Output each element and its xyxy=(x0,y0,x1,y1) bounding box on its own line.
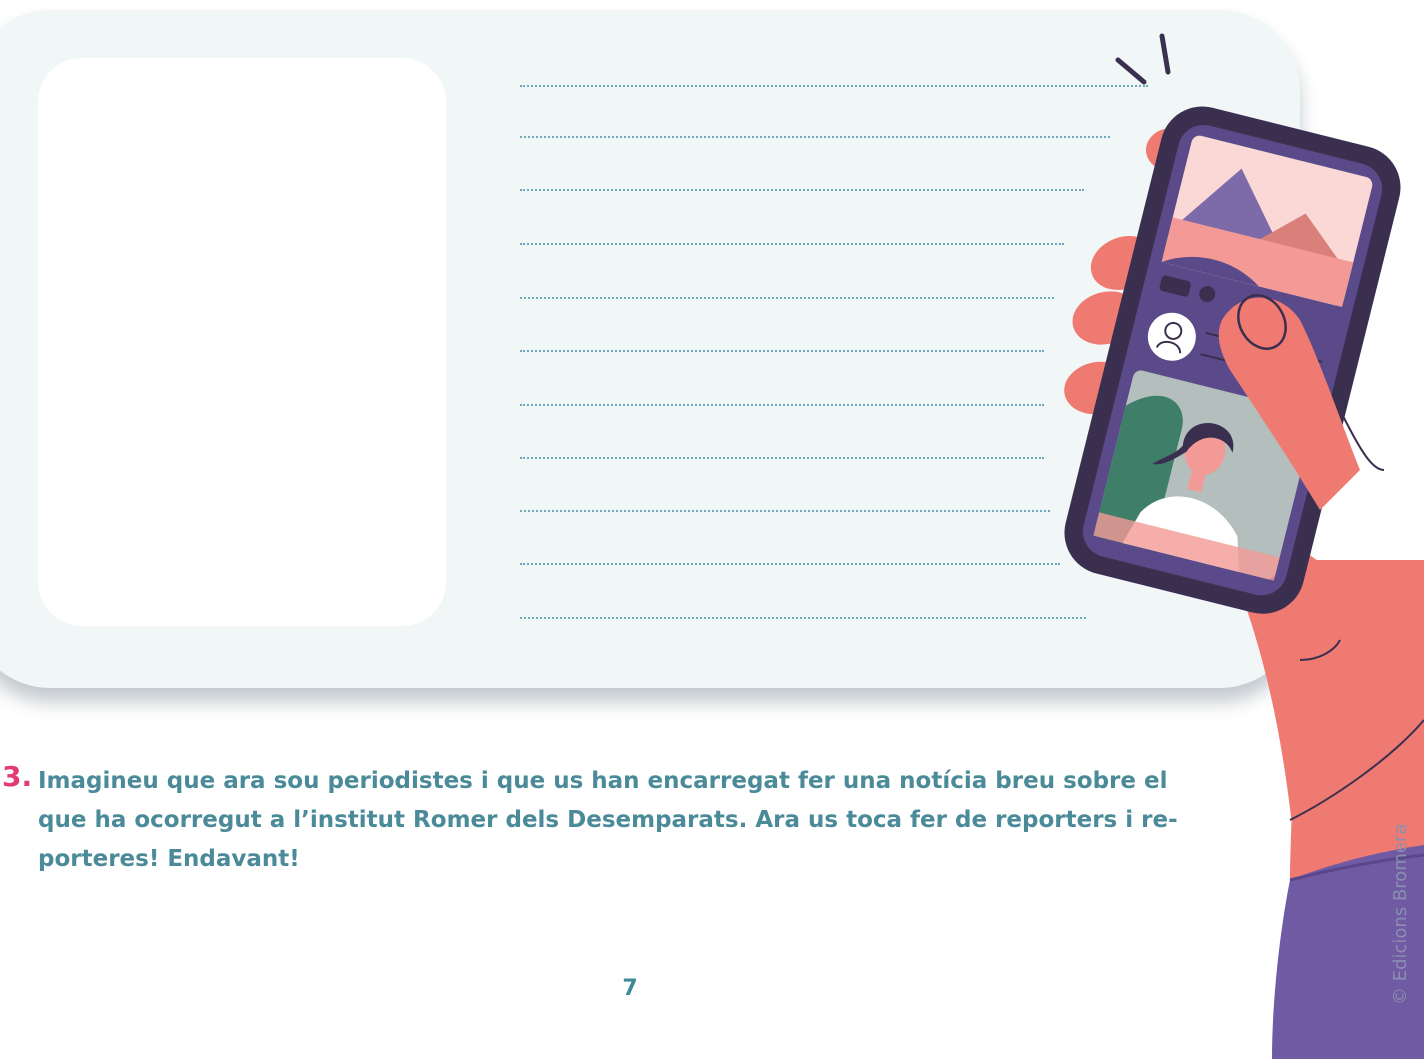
task-number: 3. xyxy=(2,760,33,793)
task-text: Imagineu que ara sou periodistes i que u… xyxy=(38,768,1178,872)
hand-holding-phone-illustration xyxy=(1064,33,1424,1059)
copyright-text: © Edicions Bromera xyxy=(1390,823,1411,1005)
page-number: 7 xyxy=(622,976,638,1001)
